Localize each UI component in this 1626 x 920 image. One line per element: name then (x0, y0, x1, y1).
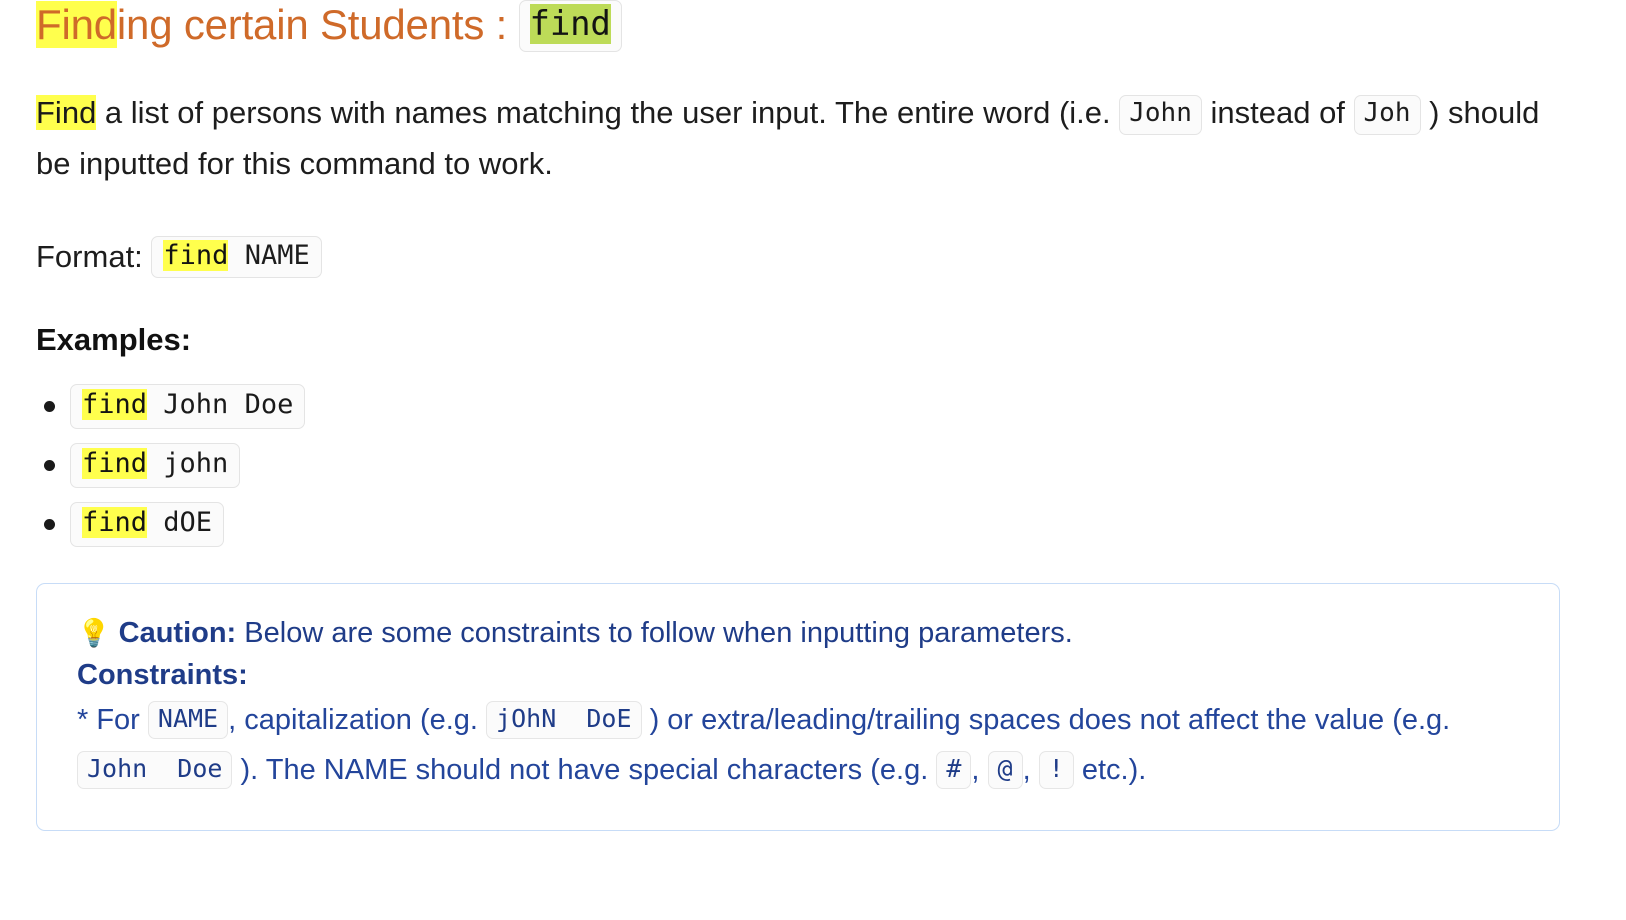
page-title-highlight: Find (36, 1, 117, 48)
constraints-text-5: etc.). (1073, 753, 1147, 786)
chip-johndoe-spaced: John Doe (77, 750, 233, 790)
page-title: Finding certain Students : find (36, 0, 1590, 53)
intro-text-2: instead of (1201, 95, 1354, 131)
example-command-2: find (82, 447, 148, 479)
example-argument-1: John Doe (147, 389, 294, 420)
chip-name: NAME (147, 700, 229, 740)
example-argument-3: dOE (147, 506, 213, 538)
intro-text-1: a list of persons with names matching th… (96, 95, 1120, 131)
documentation-page: Finding certain Students : find Find a l… (0, 0, 1626, 831)
caution-intro-text: Below are some constraints to follow whe… (236, 616, 1073, 649)
constraints-body: * For NAME, capitalization (e.g. jOhN Do… (77, 696, 1497, 796)
page-title-code-keyword: find (529, 4, 611, 44)
chip-exclamation-symbol: ! (1038, 750, 1074, 790)
constraints-subtitle: Constraints: (77, 658, 248, 691)
intro-paragraph: Find a list of persons with names matchi… (36, 88, 1556, 189)
list-item: find john (44, 442, 1590, 488)
examples-list: find John Doe find john find dOE (36, 384, 1590, 547)
chip-at-symbol: @ (987, 750, 1023, 790)
constraints-text-2: , capitalization (e.g. (228, 703, 487, 736)
format-label: Format: (36, 238, 152, 274)
constraints-text-3: ) or extra/leading/trailing spaces does … (641, 703, 1451, 736)
constraints-separator-2: , (1022, 753, 1039, 786)
example-chip-3: find dOE (70, 501, 225, 547)
caution-label: Caution: (118, 616, 237, 649)
example-chip-1: find John Doe (70, 384, 306, 429)
intro-lead-highlight: Find (36, 95, 97, 131)
chip-john: John (1119, 95, 1202, 136)
caution-callout: 💡 Caution: Below are some constraints to … (36, 582, 1560, 831)
example-command-3: find (82, 506, 148, 538)
light-bulb-icon: 💡 (77, 617, 111, 648)
example-argument-2: john (147, 447, 229, 479)
list-item: find dOE (44, 501, 1590, 547)
examples-heading: Examples: (36, 322, 192, 357)
chip-johndoe-mixed-case: jOhN DoE (486, 700, 642, 740)
constraints-separator-1: , (971, 753, 988, 786)
chip-joh: Joh (1353, 95, 1421, 136)
constraints-text-4: ). The NAME should not have special char… (232, 753, 937, 786)
format-line: Format: find NAME (36, 234, 1590, 281)
format-chip: find NAME (151, 235, 322, 279)
page-title-rest: ing certain Students : (116, 1, 519, 48)
example-command-1: find (82, 389, 148, 420)
format-command-keyword: find (163, 239, 229, 271)
caution-headline: 💡 Caution: Below are some constraints to … (77, 610, 1519, 657)
list-item: find John Doe (44, 384, 1590, 429)
example-chip-2: find john (70, 442, 241, 488)
page-title-code-chip: find (518, 0, 622, 53)
format-argument: NAME (228, 239, 310, 271)
chip-hash-symbol: # (936, 750, 972, 790)
constraints-text-1: * For (77, 703, 148, 736)
